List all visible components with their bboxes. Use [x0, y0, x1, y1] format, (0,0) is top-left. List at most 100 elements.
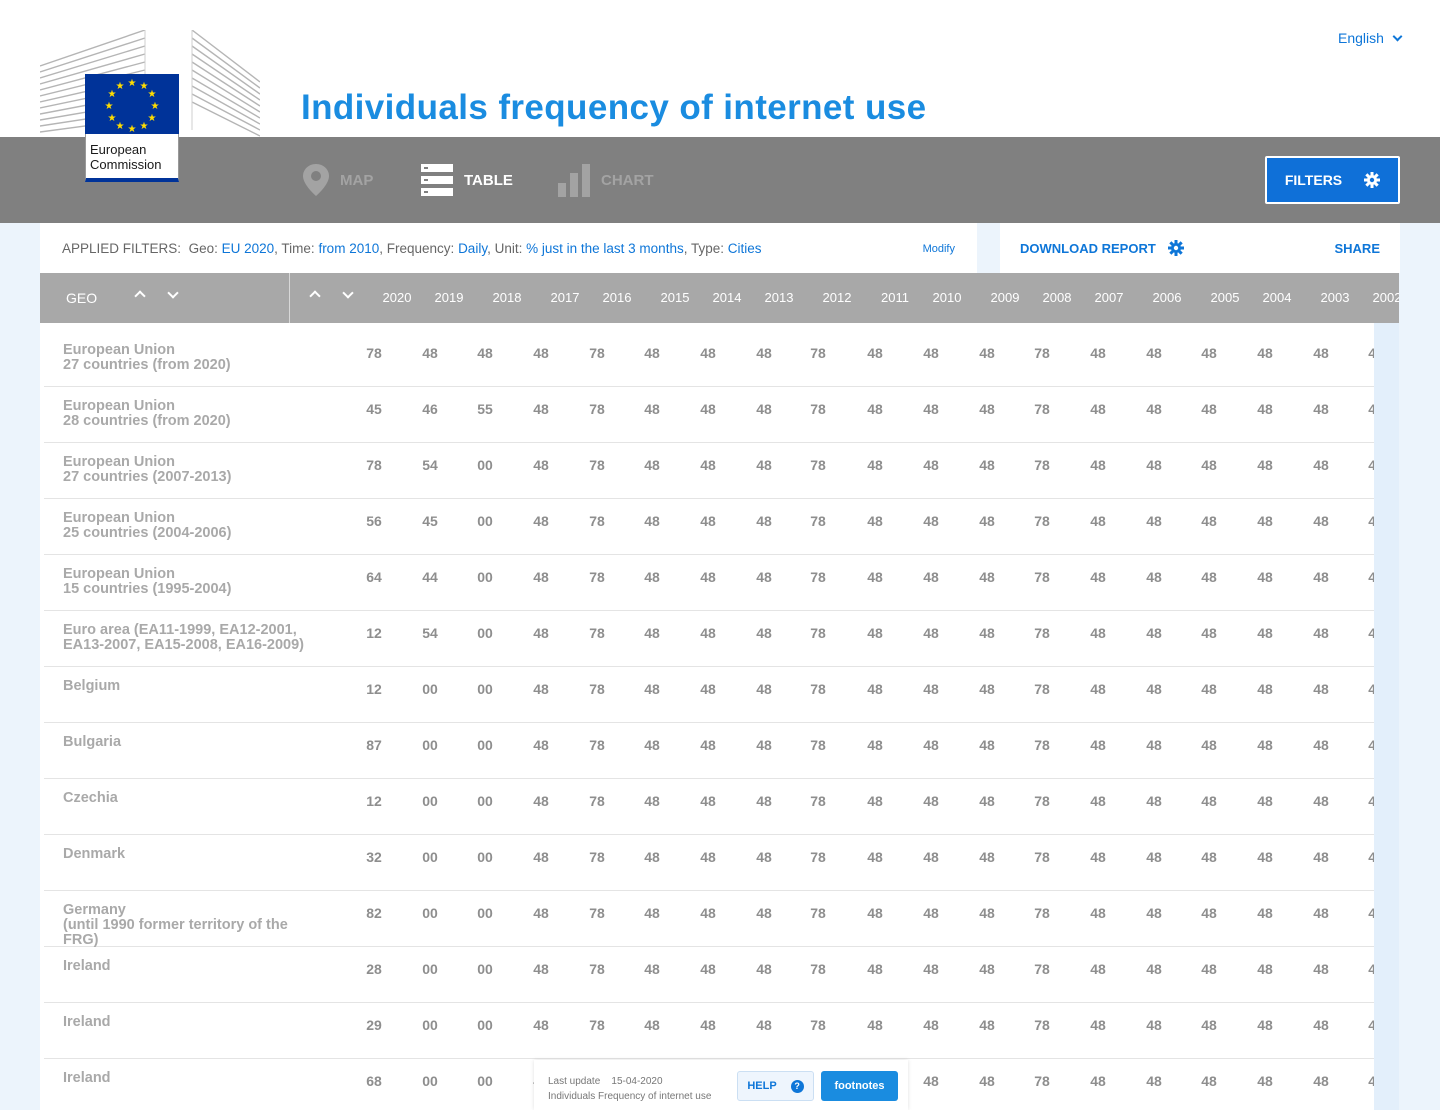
- year-column-header[interactable]: 2010: [927, 290, 967, 305]
- tab-chart[interactable]: CHART: [557, 162, 654, 198]
- table-cell: 48: [1146, 625, 1162, 641]
- table-cell: 78: [810, 681, 826, 697]
- table-cell: 78: [810, 849, 826, 865]
- table-cell: 48: [533, 905, 549, 921]
- geo-name-line: Ireland: [63, 1014, 111, 1030]
- download-report-button[interactable]: DOWNLOAD REPORT: [1020, 240, 1184, 256]
- year-column-header[interactable]: 2006: [1147, 290, 1187, 305]
- sort-ascending-icon[interactable]: [309, 290, 321, 302]
- table-cell: 48: [1146, 793, 1162, 809]
- year-column-header[interactable]: 2004: [1257, 290, 1297, 305]
- year-column-header[interactable]: 2011: [875, 290, 915, 305]
- year-column-header[interactable]: 2003: [1315, 290, 1355, 305]
- table-cell: 78: [810, 793, 826, 809]
- share-button[interactable]: SHARE: [1334, 241, 1380, 256]
- table-cell: 48: [1201, 1017, 1217, 1033]
- filters-button[interactable]: FILTERS: [1265, 156, 1400, 204]
- table-cell: 00: [477, 793, 493, 809]
- table-row: European Union 15 countries (1995-2004) 64…: [44, 555, 1384, 611]
- report-bar: DOWNLOAD REPORT SHARE: [1000, 223, 1400, 273]
- tab-table[interactable]: TABLE: [420, 162, 513, 198]
- year-column-header[interactable]: 2005: [1205, 290, 1245, 305]
- table-body: European Union 27 countries (from 2020) 78…: [40, 323, 1399, 1110]
- table-row: European Union 25 countries (2004-2006) 56…: [44, 499, 1384, 555]
- filters-label: FILTERS: [1284, 172, 1343, 188]
- table-cell: 48: [979, 513, 995, 529]
- table-cell: 48: [533, 1017, 549, 1033]
- year-column-header[interactable]: 2002: [1367, 290, 1399, 305]
- year-column-header[interactable]: 2013: [759, 290, 799, 305]
- sort-descending-icon[interactable]: [342, 287, 354, 299]
- year-column-header[interactable]: 2020: [377, 290, 417, 305]
- table-cell: 48: [1257, 793, 1273, 809]
- table-cell: 48: [756, 793, 772, 809]
- year-column-header[interactable]: 2012: [817, 290, 857, 305]
- table-cell: 48: [923, 905, 939, 921]
- year-column-header[interactable]: 2018: [487, 290, 527, 305]
- filter-unit-value: % just in the last 3 months: [526, 241, 684, 256]
- table-cell: 78: [810, 737, 826, 753]
- table-cell: 48: [756, 905, 772, 921]
- table-cell: 44: [422, 569, 438, 585]
- table-cell: 48: [1090, 905, 1106, 921]
- year-column-header[interactable]: 2009: [985, 290, 1025, 305]
- table-cell: 48: [533, 625, 549, 641]
- table-cell: 48: [756, 681, 772, 697]
- year-column-header[interactable]: 2015: [655, 290, 695, 305]
- table-cell: 48: [1313, 513, 1329, 529]
- gear-icon: [1364, 172, 1381, 188]
- year-column-header[interactable]: 2014: [707, 290, 747, 305]
- geo-name-line: Belgium: [63, 678, 121, 694]
- geo-name: Ireland: [63, 1015, 343, 1030]
- european-commission-logo: ★ ★ ★ ★ ★ ★ ★ ★ ★ ★ ★ ★ European Commission: [40, 30, 260, 182]
- year-column-header[interactable]: 2008: [1037, 290, 1077, 305]
- geo-name-line: Czechia: [63, 790, 118, 806]
- table-cell: 48: [1313, 1073, 1329, 1089]
- modify-filters-link[interactable]: Modify: [923, 243, 955, 255]
- geo-name-line: European Union: [63, 454, 175, 470]
- table-cell: 78: [366, 457, 382, 473]
- table-cell: 78: [810, 625, 826, 641]
- footnotes-button[interactable]: footnotes: [821, 1071, 898, 1101]
- table-cell: 48: [1090, 737, 1106, 753]
- page-title: Individuals frequency of internet use: [301, 88, 927, 127]
- tab-map[interactable]: MAP: [302, 162, 373, 198]
- table-cell: 48: [1313, 345, 1329, 361]
- filter-unit-key: Unit:: [494, 241, 523, 256]
- svg-text:★: ★: [148, 113, 157, 124]
- table-cell: 48: [1201, 737, 1217, 753]
- download-report-label: DOWNLOAD REPORT: [1020, 240, 1156, 256]
- dataset-name: Individuals Frequency of internet use: [548, 1091, 712, 1102]
- sort-descending-icon[interactable]: [167, 287, 179, 299]
- svg-text:★: ★: [108, 113, 117, 124]
- table-cell: 78: [810, 345, 826, 361]
- table-cell: 48: [533, 961, 549, 977]
- table-cell: 48: [644, 681, 660, 697]
- geo-name-line: European Union: [63, 342, 175, 358]
- geo-name: Belgium: [63, 679, 343, 694]
- table-cell: 48: [1257, 737, 1273, 753]
- geo-name-line: Ireland: [63, 958, 111, 974]
- table-cell: 48: [1201, 793, 1217, 809]
- language-selector[interactable]: English: [1338, 30, 1403, 46]
- last-update-label: Last update: [548, 1076, 601, 1087]
- svg-text:★: ★: [128, 78, 137, 89]
- table-cell: 48: [756, 1017, 772, 1033]
- table-cell: 48: [1090, 1017, 1106, 1033]
- year-column-header[interactable]: 2007: [1089, 290, 1129, 305]
- table-cell: 78: [589, 513, 605, 529]
- table-cell: 48: [1201, 905, 1217, 921]
- table-cell: 54: [422, 625, 438, 641]
- year-column-header[interactable]: 2016: [597, 290, 637, 305]
- sort-ascending-icon[interactable]: [134, 290, 146, 302]
- table-cell: 48: [1146, 905, 1162, 921]
- help-button[interactable]: HELP ?: [737, 1071, 814, 1101]
- table-cell: 48: [923, 513, 939, 529]
- table-cell: 46: [422, 401, 438, 417]
- year-column-header[interactable]: 2019: [429, 290, 469, 305]
- table-cell: 48: [867, 457, 883, 473]
- year-column-header[interactable]: 2017: [545, 290, 585, 305]
- table-cell: 48: [644, 961, 660, 977]
- table-cell: 78: [810, 1017, 826, 1033]
- table-cell: 00: [477, 513, 493, 529]
